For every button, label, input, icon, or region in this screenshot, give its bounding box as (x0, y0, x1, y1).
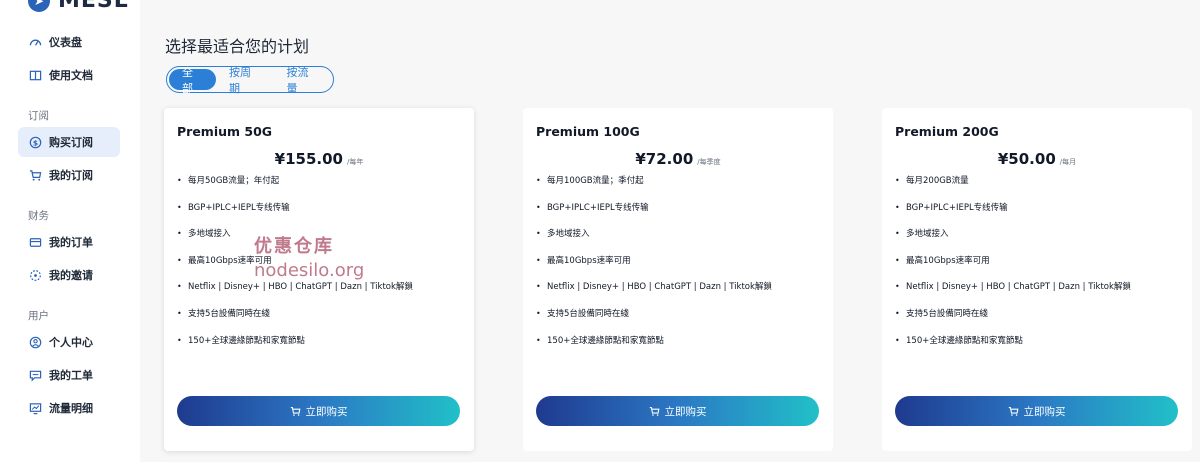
sidebar-item-label: 流量明细 (49, 402, 93, 415)
sidebar-item-tickets[interactable]: 我的工单 (18, 360, 120, 390)
feature-item: • BGP+IPLC+IEPL专线传输 (895, 202, 1008, 213)
plan-period: /每年 (346, 158, 364, 166)
feature-item: • 多地域接入 (536, 229, 590, 240)
cart-icon (649, 406, 659, 416)
feature-item: • 支持5台設備同時在綫 (895, 308, 988, 319)
sidebar-item-my-subscription[interactable]: 我的订阅 (18, 160, 120, 190)
plan-price: ¥72.00 (635, 150, 694, 168)
nav-group-user: 用户 (28, 310, 49, 322)
feature-item: • Netflix | Disney+ | HBO | ChatGPT | Daz… (177, 282, 413, 293)
buy-now-button[interactable]: 立即购买 (177, 396, 460, 426)
user-icon (28, 335, 42, 349)
feature-item: • 150+全球邊緣節點和家寬節點 (895, 335, 1023, 346)
tab-by-traffic[interactable]: 按流量 (274, 66, 332, 95)
cart-icon (28, 168, 42, 182)
sidebar-item-traffic[interactable]: 流量明细 (18, 393, 120, 423)
sidebar-item-buy-subscription[interactable]: $ 购买订阅 (18, 127, 120, 157)
feature-item: • 支持5台設備同時在綫 (536, 308, 629, 319)
feature-item: • 每月50GB流量；年付起 (177, 176, 280, 186)
watermark-line-1: 优惠仓库 (254, 236, 334, 257)
plan-price-row: ¥72.00 /每季度 (523, 150, 833, 168)
plan-filter-tabs: 全部 按周期 按流量 (166, 66, 334, 95)
dashboard-icon (28, 35, 42, 49)
plan-card-premium-100g: Premium 100G ¥72.00 /每季度 • 每月100GB流量；季付起 … (523, 108, 833, 451)
page-title: 选择最适合您的计划 (165, 37, 310, 56)
cart-icon (290, 406, 300, 416)
card-icon (28, 235, 42, 249)
logo-icon: ➤ (28, 0, 50, 12)
plan-period: /每月 (1059, 158, 1077, 166)
logo-text: MESL (58, 0, 129, 13)
feature-item: • BGP+IPLC+IEPL专线传输 (536, 202, 649, 213)
plan-price-row: ¥50.00 /每月 (882, 150, 1192, 168)
buy-now-button[interactable]: 立即购买 (536, 396, 819, 426)
buy-now-label: 立即购买 (305, 405, 348, 418)
book-icon (28, 68, 42, 82)
feature-item: • Netflix | Disney+ | HBO | ChatGPT | Daz… (536, 282, 772, 293)
sidebar-item-label: 我的邀请 (49, 269, 93, 282)
feature-item: • BGP+IPLC+IEPL专线传输 (177, 202, 290, 213)
sidebar-item-label: 我的订单 (49, 236, 93, 249)
buy-now-button[interactable]: 立即购买 (895, 396, 1178, 426)
sidebar: ➤ MESL 仪表盘 使用文档 订阅 $ 购买订阅 我的订阅 财务 我的订单 我… (0, 0, 140, 462)
dollar-icon: $ (28, 135, 42, 149)
feature-item: • 150+全球邊緣節點和家寬節點 (536, 335, 664, 346)
plan-card-premium-200g: Premium 200G ¥50.00 /每月 • 每月200GB流量 • BGP+… (882, 108, 1192, 451)
plan-name: Premium 50G (177, 124, 273, 139)
feature-item: • 最高10Gbps速率可用 (895, 255, 990, 266)
tab-by-period[interactable]: 按周期 (216, 66, 274, 95)
logo[interactable]: ➤ MESL (28, 0, 129, 13)
sidebar-item-docs[interactable]: 使用文档 (18, 60, 120, 90)
feature-item: • 每月200GB流量 (895, 176, 969, 186)
sidebar-item-label: 个人中心 (49, 336, 93, 349)
watermark-line-2: nodesilo.org (254, 260, 365, 281)
sidebar-item-label: 我的订阅 (49, 169, 93, 182)
svg-text:$: $ (32, 138, 37, 147)
invite-icon (28, 268, 42, 282)
plan-price: ¥155.00 (274, 150, 343, 168)
feature-item: • 最高10Gbps速率可用 (536, 255, 631, 266)
plan-features: • 每月200GB流量 • BGP+IPLC+IEPL专线传输 • 多地域接入 • 最高… (895, 176, 1131, 362)
sidebar-item-label: 购买订阅 (49, 136, 93, 149)
feature-item: • 多地域接入 (895, 229, 949, 240)
sidebar-item-my-orders[interactable]: 我的订单 (18, 227, 120, 257)
sidebar-item-my-invites[interactable]: 我的邀请 (18, 260, 120, 290)
plan-price-row: ¥155.00 /每年 (164, 150, 474, 168)
plan-name: Premium 200G (895, 124, 999, 139)
plan-period: /每季度 (697, 158, 721, 166)
feature-item: • 150+全球邊緣節點和家寬節點 (177, 335, 305, 346)
nav-group-finance: 财务 (28, 210, 49, 222)
sidebar-item-profile[interactable]: 个人中心 (18, 327, 120, 357)
feature-item: • Netflix | Disney+ | HBO | ChatGPT | Daz… (895, 282, 1131, 293)
plan-features: • 每月100GB流量；季付起 • BGP+IPLC+IEPL专线传输 • 多地域接入… (536, 176, 772, 362)
plan-name: Premium 100G (536, 124, 640, 139)
watermark: 优惠仓库 nodesilo.org (254, 232, 364, 281)
chart-icon (28, 401, 42, 415)
cart-icon (1008, 406, 1018, 416)
feature-item: • 每月100GB流量；季付起 (536, 176, 644, 186)
buy-now-label: 立即购买 (664, 405, 707, 418)
buy-now-label: 立即购买 (1023, 405, 1066, 418)
sidebar-item-label: 仪表盘 (49, 36, 82, 49)
sidebar-item-label: 我的工单 (49, 369, 93, 382)
plan-price: ¥50.00 (997, 150, 1056, 168)
sidebar-item-label: 使用文档 (49, 69, 93, 82)
ticket-icon (28, 368, 42, 382)
sidebar-item-dashboard[interactable]: 仪表盘 (18, 27, 120, 57)
feature-item: • 支持5台設備同時在綫 (177, 308, 270, 319)
main-content: 选择最适合您的计划 全部 按周期 按流量 Premium 50G ¥155.00… (140, 0, 1200, 462)
nav-group-subscription: 订阅 (28, 110, 49, 122)
tab-all[interactable]: 全部 (169, 66, 216, 95)
